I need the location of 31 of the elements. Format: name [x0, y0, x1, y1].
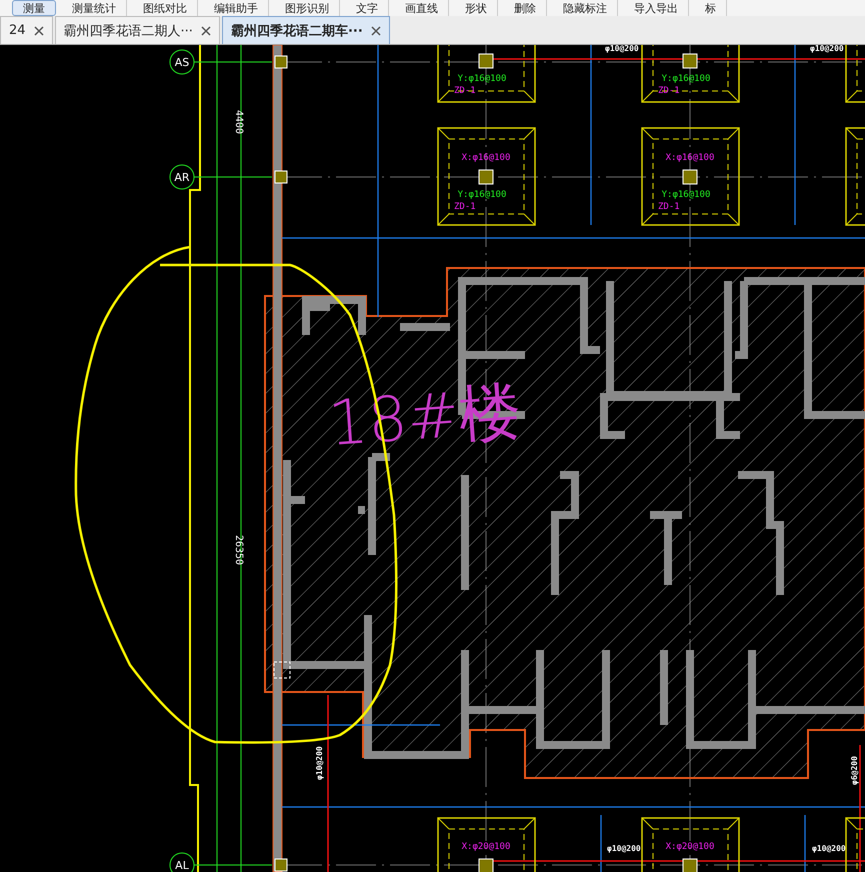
rebar-text: Y:φ16@100: [458, 190, 506, 200]
rebar-text: Y:φ16@100: [662, 74, 710, 84]
rebar-text: φ10@200: [605, 45, 639, 53]
footing-mark: ZD-1: [454, 202, 476, 212]
rebar-text: φ10@200: [607, 844, 641, 853]
tab-label[interactable]: 霸州四季花语二期车···: [230, 22, 363, 40]
document-tab[interactable]: 霸州四季花语二期人···: [54, 16, 220, 44]
axis-bubble: AR: [170, 164, 194, 190]
rebar-text: X:φ20@100: [462, 842, 510, 852]
footing-mark: ZD-1: [454, 86, 476, 96]
rebar-text: X:φ16@100: [666, 153, 714, 163]
rebar-text: Y:φ16@100: [662, 190, 710, 200]
tab-label[interactable]: 霸州四季花语二期人···: [64, 22, 193, 40]
footing-mark: ZD-1: [658, 86, 680, 96]
building-label: 18#楼: [326, 374, 524, 460]
rebar-text: φ10@200: [812, 844, 846, 853]
tab-label[interactable]: 24: [9, 23, 26, 38]
axis-bubble: AL: [170, 852, 194, 872]
rebar-text: φ10@200: [315, 746, 324, 780]
dimension-text: 4400: [233, 110, 244, 134]
footing-mark: ZD-1: [658, 202, 680, 212]
rebar-text: X:φ20@100: [666, 842, 714, 852]
rebar-text: φ10@200: [810, 45, 844, 53]
axis-bubble: AS: [170, 50, 194, 74]
dimension-text: 26350: [233, 534, 244, 566]
document-tab[interactable]: 24: [0, 16, 53, 44]
menu-item[interactable]: 测量: [12, 0, 56, 16]
rebar-text: X:φ16@100: [462, 153, 510, 163]
rebar-text: Y:φ16@100: [458, 74, 506, 84]
document-tab[interactable]: 霸州四季花语二期车···: [222, 16, 390, 44]
rebar-text: φ6@200: [850, 756, 859, 785]
